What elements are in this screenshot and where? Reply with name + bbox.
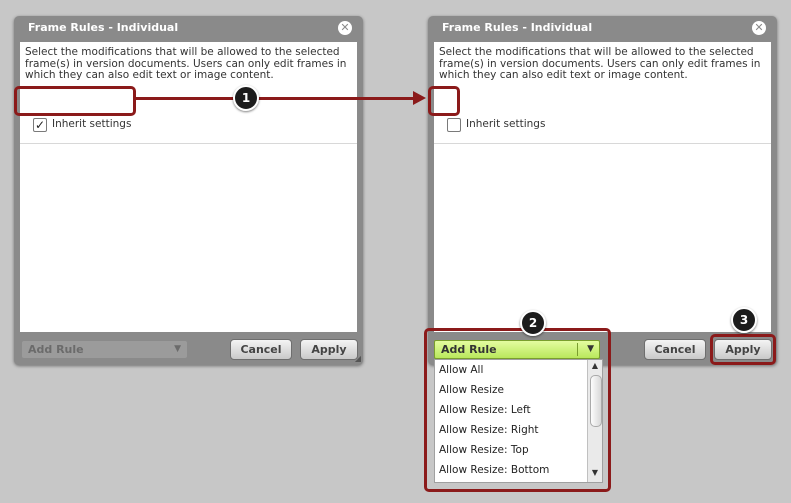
dialog-footer: Add Rule ▼ Cancel Apply ◢ xyxy=(14,332,363,365)
dialog-titlebar[interactable]: Frame Rules - Individual ✕ xyxy=(14,16,363,40)
close-icon[interactable]: ✕ xyxy=(752,21,766,35)
frame-rules-dialog-right: Frame Rules - Individual ✕ Select the mo… xyxy=(428,16,777,365)
apply-button[interactable]: Apply xyxy=(300,339,358,360)
inherit-settings-checkbox[interactable]: ✓ xyxy=(33,118,47,132)
dialog-titlebar[interactable]: Frame Rules - Individual ✕ xyxy=(428,16,777,40)
inherit-settings-label[interactable]: Inherit settings xyxy=(466,118,545,130)
dialog-title: Frame Rules - Individual xyxy=(28,21,179,34)
divider xyxy=(20,143,357,144)
frame-rules-dialog-left: Frame Rules - Individual ✕ Select the mo… xyxy=(14,16,363,365)
annotation-arrow xyxy=(135,97,415,100)
dialog-content: Select the modifications that will be al… xyxy=(434,42,771,332)
inherit-settings-checkbox[interactable] xyxy=(447,118,461,132)
highlight-apply xyxy=(710,334,776,365)
cancel-button[interactable]: Cancel xyxy=(230,339,292,360)
arrow-head-icon xyxy=(413,91,426,105)
add-rule-select[interactable]: Add Rule ▼ xyxy=(21,340,188,359)
highlight-add-rule xyxy=(424,328,611,492)
resize-grip-icon[interactable]: ◢ xyxy=(355,354,361,363)
highlight-inherit-checked xyxy=(14,86,136,116)
divider xyxy=(434,143,771,144)
callout-badge-1: 1 xyxy=(233,85,259,111)
cancel-button[interactable]: Cancel xyxy=(644,339,706,360)
chevron-down-icon: ▼ xyxy=(174,344,181,354)
close-icon[interactable]: ✕ xyxy=(338,21,352,35)
inherit-settings-label[interactable]: Inherit settings xyxy=(52,118,131,130)
add-rule-label: Add Rule xyxy=(28,343,84,356)
callout-badge-3: 3 xyxy=(731,307,757,333)
dialog-description: Select the modifications that will be al… xyxy=(439,46,761,81)
highlight-inherit-unchecked xyxy=(428,86,460,116)
callout-badge-2: 2 xyxy=(520,310,546,336)
dialog-title: Frame Rules - Individual xyxy=(442,21,593,34)
dialog-description: Select the modifications that will be al… xyxy=(25,46,347,81)
